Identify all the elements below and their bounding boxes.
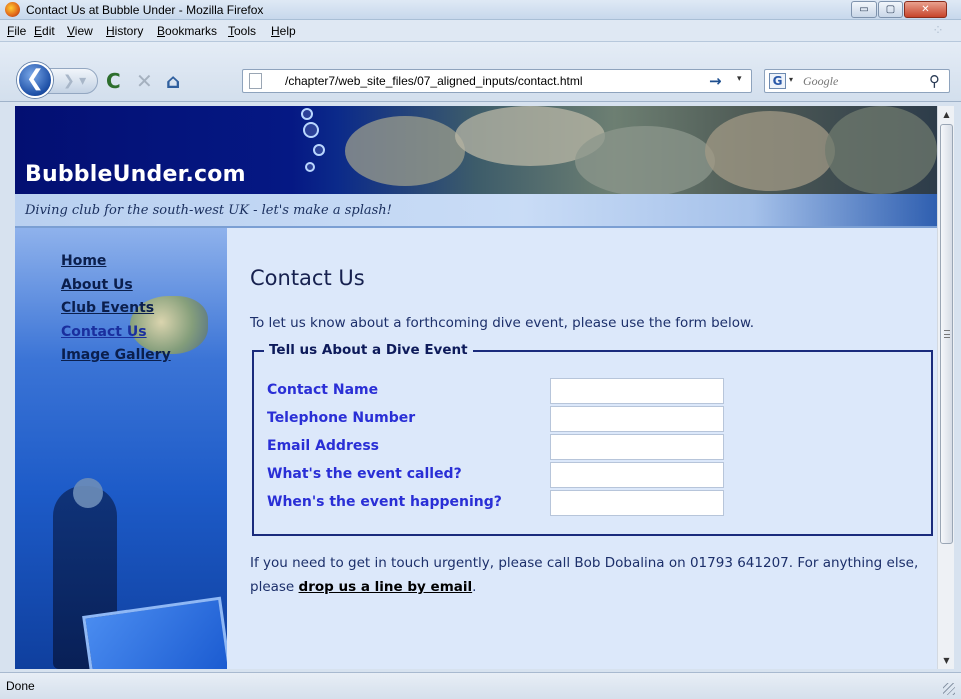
menu-bookmarks[interactable]: Bookmarks xyxy=(157,24,217,38)
sidebar: Home About Us Club Events Contact Us Ima… xyxy=(15,228,232,669)
page-title: Contact Us xyxy=(250,266,365,290)
window-title: Contact Us at Bubble Under - Mozilla Fir… xyxy=(26,3,264,17)
resize-grip-icon[interactable] xyxy=(943,683,955,695)
email-link[interactable]: drop us a line by email xyxy=(299,579,473,595)
reload-icon[interactable]: C xyxy=(106,70,121,92)
menu-help[interactable]: Help xyxy=(271,24,296,38)
bubble-icon xyxy=(313,144,325,156)
forward-button[interactable]: ❯ ▾ xyxy=(46,68,98,94)
menubar: File Edit View History Bookmarks Tools H… xyxy=(0,20,961,42)
nav-link-about-us[interactable]: About Us xyxy=(61,274,171,298)
email-address-input[interactable] xyxy=(550,434,724,460)
vertical-scrollbar[interactable]: ▲ ▼ xyxy=(937,106,954,669)
window-frame xyxy=(954,102,961,672)
page-icon xyxy=(249,73,262,89)
coral-image xyxy=(575,126,715,196)
navigation-toolbar: ❯ ▾ ❮ C ✕ ⌂ /chapter7/web_site_files/07_… xyxy=(0,42,961,102)
throbber-icon: ⁘ xyxy=(932,23,944,39)
scroll-up-icon[interactable]: ▲ xyxy=(938,106,955,123)
intro-text: To let us know about a forthcoming dive … xyxy=(250,315,755,331)
form-row: Telephone Number xyxy=(267,406,737,432)
window-titlebar: Contact Us at Bubble Under - Mozilla Fir… xyxy=(0,0,961,20)
window-frame xyxy=(0,102,15,672)
page-viewport: BubbleUnder.com Diving club for the sout… xyxy=(15,106,937,669)
url-text[interactable]: /chapter7/web_site_files/07_aligned_inpu… xyxy=(285,74,583,88)
search-icon[interactable]: ⚲ xyxy=(929,72,940,90)
site-title: BubbleUnder.com xyxy=(25,162,246,187)
form-row: What's the event called? xyxy=(267,462,737,488)
event-date-input[interactable] xyxy=(550,490,724,516)
bubble-icon xyxy=(301,108,313,120)
tagline-bar: Diving club for the south-west UK - let'… xyxy=(15,194,937,228)
form-row: When's the event happening? xyxy=(267,490,737,516)
dive-event-fieldset: Tell us About a Dive Event Contact Name … xyxy=(252,342,933,536)
email-address-label: Email Address xyxy=(267,438,380,454)
scroll-down-icon[interactable]: ▼ xyxy=(938,652,955,669)
back-button[interactable]: ❮ xyxy=(17,62,53,98)
telephone-number-label: Telephone Number xyxy=(267,410,416,426)
nav-link-contact-us[interactable]: Contact Us xyxy=(61,321,171,345)
site-navigation: Home About Us Club Events Contact Us Ima… xyxy=(61,250,171,368)
home-icon[interactable]: ⌂ xyxy=(166,70,180,92)
contact-name-label: Contact Name xyxy=(267,382,379,398)
contact-name-input[interactable] xyxy=(550,378,724,404)
form-row: Contact Name xyxy=(267,378,737,404)
status-text: Done xyxy=(6,679,35,693)
main-content: Contact Us To let us know about a forthc… xyxy=(227,228,937,669)
fieldset-legend: Tell us About a Dive Event xyxy=(264,342,473,358)
event-name-label: What's the event called? xyxy=(267,466,462,482)
menu-tools[interactable]: Tools xyxy=(228,24,256,38)
menu-edit[interactable]: Edit xyxy=(34,24,55,38)
minimize-button[interactable]: ▭ xyxy=(851,1,877,18)
site-tagline: Diving club for the south-west UK - let'… xyxy=(25,203,392,218)
search-input[interactable] xyxy=(803,73,921,89)
grip-icon xyxy=(944,330,950,338)
scroll-thumb[interactable] xyxy=(940,124,953,544)
nav-link-home[interactable]: Home xyxy=(61,250,171,274)
bubble-icon xyxy=(305,162,315,172)
stop-icon[interactable]: ✕ xyxy=(136,70,153,92)
go-icon[interactable]: → xyxy=(709,72,722,90)
telephone-number-input[interactable] xyxy=(550,406,724,432)
google-icon[interactable]: G xyxy=(769,73,786,89)
nav-link-image-gallery[interactable]: Image Gallery xyxy=(61,344,171,368)
menu-view[interactable]: View xyxy=(67,24,93,38)
coral-image xyxy=(705,111,835,191)
diver-image xyxy=(73,478,103,508)
form-row: Email Address xyxy=(267,434,737,460)
url-dropdown-icon[interactable]: ▾ xyxy=(737,74,742,84)
firefox-icon xyxy=(5,2,20,17)
maximize-button[interactable]: ▢ xyxy=(878,1,903,18)
coral-image xyxy=(345,116,465,186)
menu-history[interactable]: History xyxy=(106,24,143,38)
coral-image xyxy=(825,106,937,194)
search-engine-dropdown-icon[interactable]: ▾ xyxy=(789,75,793,84)
close-button[interactable]: ✕ xyxy=(904,1,947,18)
event-date-label: When's the event happening? xyxy=(267,494,502,510)
status-bar: Done xyxy=(0,672,961,699)
event-name-input[interactable] xyxy=(550,462,724,488)
search-bar: G ▾ ⚲ xyxy=(764,69,950,93)
header-banner: BubbleUnder.com xyxy=(15,106,937,196)
url-bar[interactable]: /chapter7/web_site_files/07_aligned_inpu… xyxy=(242,69,752,93)
bubble-icon xyxy=(303,122,319,138)
footer-text-end: . xyxy=(472,579,477,595)
nav-link-club-events[interactable]: Club Events xyxy=(61,297,171,321)
menu-file[interactable]: File xyxy=(7,24,26,38)
contact-footer-text: If you need to get in touch urgently, pl… xyxy=(250,551,922,599)
